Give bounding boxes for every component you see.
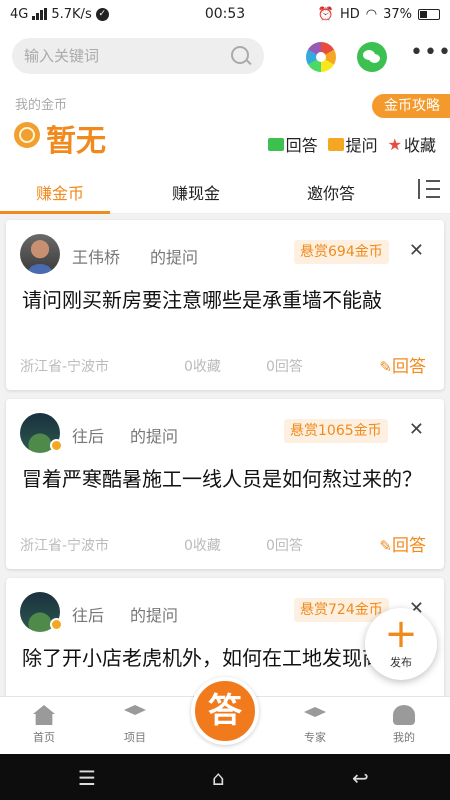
sort-icon[interactable]	[416, 179, 440, 199]
nav-mine[interactable]: 我的	[374, 705, 434, 745]
battery-icon	[418, 8, 440, 20]
top-header: •••	[0, 28, 450, 88]
bottom-nav: 首页 项目 答 专家 我的	[0, 677, 450, 754]
graduation-cap-icon	[304, 707, 326, 717]
question-card[interactable]: 王伟桥 的提问 悬赏694金币 ✕ 请问刚买新房要注意哪些是承重墙不能敲 浙江省…	[6, 220, 444, 390]
asked-label: 的提问	[150, 248, 199, 267]
question-title[interactable]: 请问刚买新房要注意哪些是承重墙不能敲	[22, 286, 428, 314]
menu-icon[interactable]: ☰	[78, 766, 96, 790]
system-nav-bar: ☰ ⌂ ↩	[0, 754, 450, 800]
coin-strategy-button[interactable]: 金币攻略	[372, 94, 450, 118]
status-bar: 4G 5.7K/s ✓ 00:53 ⏰ HD ◠ 37%	[0, 0, 450, 28]
search-input[interactable]	[24, 47, 230, 65]
question-icon	[327, 137, 344, 151]
search-icon[interactable]	[230, 45, 252, 67]
clock: 00:53	[204, 6, 246, 22]
check-icon: ✓	[95, 7, 109, 21]
location: 浙江省-宁波市	[20, 538, 110, 554]
nav-label: 我的	[393, 731, 415, 744]
favorites-count: 0收藏	[184, 359, 221, 375]
bounty-badge: 悬赏694金币	[294, 240, 389, 264]
question-card[interactable]: 往后 的提问 悬赏1065金币 ✕ 冒着严寒酷暑施工一线人员是如何熬过来的？ 浙…	[6, 399, 444, 569]
bounty-badge: 悬赏1065金币	[284, 419, 388, 443]
author-name[interactable]: 往后	[72, 602, 104, 626]
layers-icon	[124, 705, 146, 715]
coin-icon	[14, 122, 40, 148]
nav-projects[interactable]: 项目	[105, 705, 165, 745]
alarm-icon: ⏰	[317, 6, 334, 22]
answer-label: 回答	[392, 536, 426, 556]
battery-text: 37%	[383, 6, 412, 22]
tab-earn-coins[interactable]: 赚金币	[36, 180, 84, 204]
nav-label: 首页	[33, 731, 55, 744]
question-title[interactable]: 冒着严寒酷暑施工一线人员是如何熬过来的？	[22, 465, 428, 493]
author-name[interactable]: 王伟桥	[72, 244, 120, 268]
pencil-icon: ✎	[379, 537, 392, 555]
quick-link-label: 提问	[345, 136, 378, 155]
my-coins-label: 我的金币	[15, 98, 68, 113]
hd-indicator: HD	[339, 6, 360, 22]
avatar[interactable]	[20, 234, 60, 274]
quick-link-favorites[interactable]: ★ 收藏	[388, 132, 436, 156]
answers-count: 0回答	[266, 359, 303, 375]
chat-icon	[267, 137, 284, 151]
network-speed: 5.7K/s	[51, 6, 92, 22]
user-icon	[393, 705, 415, 725]
signal-icon	[32, 8, 48, 20]
nav-experts[interactable]: 专家	[285, 705, 345, 745]
quick-link-ask[interactable]: 提问	[327, 132, 378, 156]
verified-badge-icon	[50, 618, 63, 631]
nav-label: 专家	[304, 731, 326, 744]
coins-value: 暂无	[46, 124, 106, 159]
pencil-icon: ✎	[379, 358, 392, 376]
pinwheel-icon[interactable]	[306, 42, 336, 72]
back-icon[interactable]: ↩	[352, 766, 369, 790]
network-type: 4G	[10, 6, 29, 22]
home-icon	[33, 705, 55, 725]
answer-label: 回答	[392, 357, 426, 377]
wifi-icon: ◠	[365, 6, 378, 22]
verified-badge-icon	[50, 439, 63, 452]
more-icon[interactable]: •••	[410, 42, 450, 72]
nav-home[interactable]: 首页	[14, 705, 74, 745]
asked-label: 的提问	[130, 606, 179, 625]
search-bar[interactable]	[12, 38, 264, 74]
wechat-icon[interactable]	[357, 42, 387, 72]
quick-link-answer[interactable]: 回答	[267, 132, 318, 156]
asked-label: 的提问	[130, 427, 179, 446]
plus-icon: +	[384, 611, 418, 657]
author-name[interactable]: 往后	[72, 423, 104, 447]
answer-center-button[interactable]: 答	[191, 677, 259, 745]
close-icon[interactable]: ✕	[409, 419, 424, 440]
quick-links: 回答 提问 ★ 收藏	[267, 132, 436, 156]
nav-label: 项目	[124, 731, 146, 744]
answer-button[interactable]: ✎回答	[379, 531, 426, 556]
tab-earn-cash[interactable]: 赚现金	[172, 180, 220, 204]
answers-count: 0回答	[266, 538, 303, 554]
location: 浙江省-宁波市	[20, 359, 110, 375]
favorites-count: 0收藏	[184, 538, 221, 554]
coins-panel: 我的金币 暂无 金币攻略 回答 提问 ★ 收藏	[0, 88, 450, 166]
close-icon[interactable]: ✕	[409, 240, 424, 261]
home-button-icon[interactable]: ⌂	[212, 766, 225, 790]
quick-link-label: 回答	[285, 136, 318, 155]
publish-button[interactable]: + 发布	[365, 608, 437, 680]
tab-bar: 赚金币 赚现金 邀你答	[0, 166, 450, 214]
quick-link-label: 收藏	[403, 136, 436, 155]
publish-label: 发布	[390, 656, 412, 669]
tab-invite-answer[interactable]: 邀你答	[307, 180, 355, 204]
answer-button[interactable]: ✎回答	[379, 352, 426, 377]
star-icon: ★	[387, 134, 402, 154]
